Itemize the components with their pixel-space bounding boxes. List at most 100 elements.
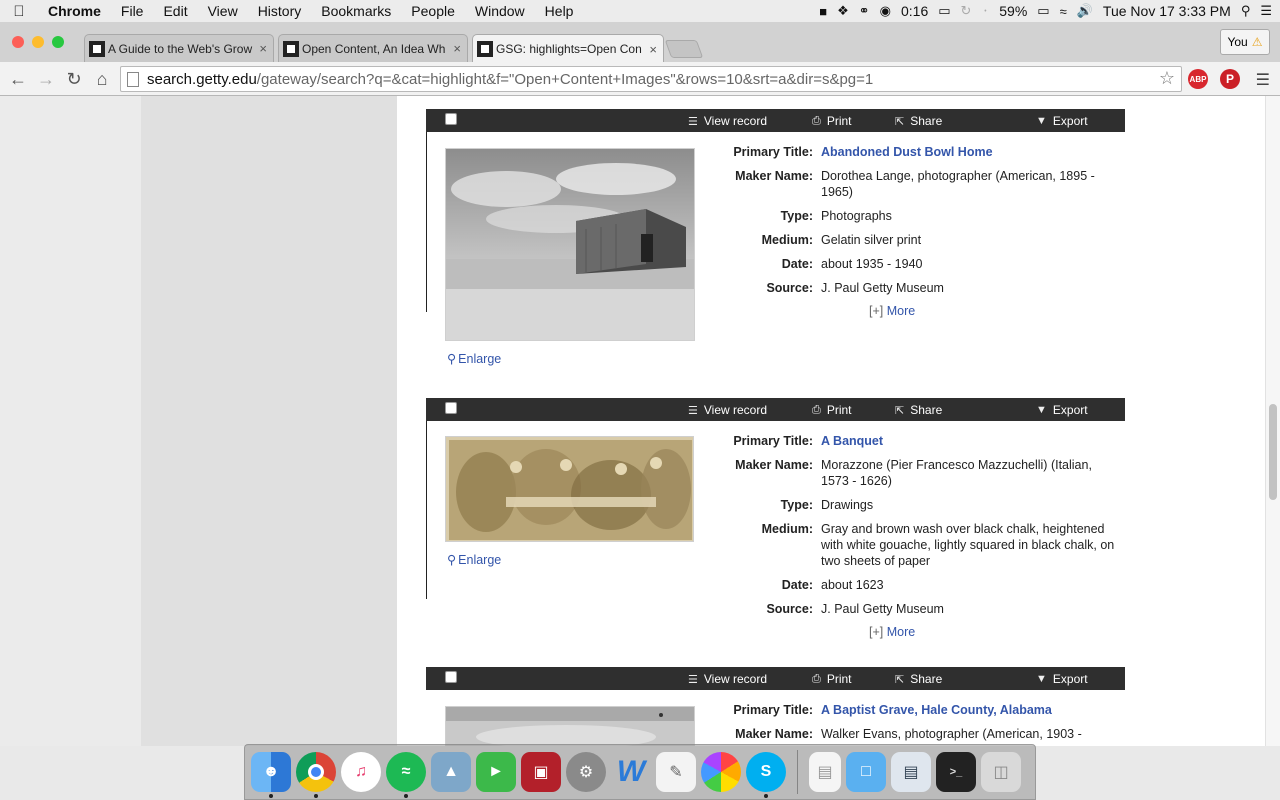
export-button[interactable]: ▼ Export [1036,403,1088,417]
record-fields: Primary Title: A Baptist Grave, Hale Cou… [716,702,1116,746]
spotlight-search-icon[interactable]: ⚲ [1241,3,1251,19]
record-select-checkbox[interactable] [445,113,457,125]
export-button[interactable]: ▼ Export [1036,114,1088,128]
scrollbar-thumb[interactable] [1269,404,1277,500]
field-value: Walker Evans, photographer (American, 19… [821,727,1082,741]
menu-history[interactable]: History [248,3,312,19]
system-preferences-icon[interactable]: ⚙ [566,752,606,792]
wifi-icon[interactable]: ≈ [1060,4,1067,19]
record-title-link[interactable]: Abandoned Dust Bowl Home [821,144,1116,160]
menu-edit[interactable]: Edit [153,3,197,19]
notification-center-icon[interactable]: ☰ [1260,3,1272,19]
volume-icon[interactable]: 🔊 [1077,3,1093,19]
view-record-button[interactable]: ☰ View record [688,403,767,417]
menu-people[interactable]: People [401,3,465,19]
record-title-link[interactable]: A Baptist Grave, Hale County, Alabama [821,702,1116,718]
printer-icon: ⎙ [812,672,821,685]
record-select-checkbox[interactable] [445,402,457,414]
record-thumbnail[interactable] [445,436,694,542]
print-label: Print [826,672,852,686]
share-button[interactable]: ⇱ Share [895,403,942,417]
tab-guide-web-growth[interactable]: A Guide to the Web's Grow × [84,34,274,62]
tab-gsg-highlights[interactable]: GSG: highlights=Open Con × [472,34,664,63]
enlarge-link[interactable]: ⚲ Enlarge [447,351,501,367]
bookmark-star-icon[interactable]: ☆ [1159,68,1175,89]
field-medium: Medium: Gray and brown wash over black c… [716,521,1116,569]
more-link[interactable]: [+] More [869,304,1116,318]
time-machine-icon[interactable]: ↻ [961,3,972,19]
maximize-window-button[interactable] [52,36,64,48]
pinterest-icon[interactable]: P [1220,69,1240,89]
view-record-button[interactable]: ☰ View record [688,114,767,128]
record-thumbnail[interactable] [445,148,695,341]
field-label: Primary Title: [733,145,813,159]
itunes-icon[interactable]: ♫ [341,752,381,792]
word-icon[interactable]: W [611,752,651,792]
dock-separator [797,750,798,794]
bluetooth-icon[interactable]: ᛫ [981,4,989,19]
menu-help[interactable]: Help [535,3,584,19]
screenshot-icon[interactable]: ▤ [891,752,931,792]
magnifier-icon: ⚲ [447,553,457,567]
menu-bookmarks[interactable]: Bookmarks [311,3,401,19]
tab-close-icon[interactable]: × [453,41,461,56]
view-record-button[interactable]: ☰ View record [688,672,767,686]
folder-icon[interactable]: □ [846,752,886,792]
record-select-checkbox[interactable] [445,671,457,683]
share-button[interactable]: ⇱ Share [895,114,942,128]
address-bar[interactable]: search.getty.edu /gateway/search?q=&cat=… [120,66,1182,92]
page-scrollbar[interactable] [1265,96,1280,746]
photos-icon[interactable] [701,752,741,792]
evernote-icon[interactable]: ■ [819,4,827,19]
tab-close-icon[interactable]: × [259,41,267,56]
timer-icon[interactable]: ◉ [880,3,891,19]
tab-open-content-idea[interactable]: Open Content, An Idea Wh × [278,34,468,62]
trash-icon[interactable]: ◫ [981,752,1021,792]
export-label: Export [1052,672,1088,686]
skype-icon[interactable]: S [746,752,786,798]
creative-cloud-icon[interactable]: ⚭ [859,3,870,19]
menu-window[interactable]: Window [465,3,535,19]
finder-icon[interactable]: ☻ [251,752,291,798]
record-thumbnail[interactable] [445,706,695,746]
more-plus: [+] [869,304,884,318]
record-title-link[interactable]: A Banquet [821,433,1116,449]
minimize-window-button[interactable] [32,36,44,48]
close-window-button[interactable] [12,36,24,48]
airplay-icon[interactable]: ▭ [938,3,950,19]
facetime-icon[interactable]: ► [476,752,516,792]
export-button[interactable]: ▼ Export [1036,672,1088,686]
chrome-menu-icon[interactable]: ☰ [1256,70,1270,90]
chrome-icon[interactable] [296,752,336,798]
menu-view[interactable]: View [198,3,248,19]
profile-button[interactable]: You ⚠ [1220,29,1270,55]
clock[interactable]: Tue Nov 17 3:33 PM [1103,3,1231,19]
print-button[interactable]: ⎙ Print [812,114,852,128]
field-type: Type: Drawings [716,497,1116,513]
field-date: Date: about 1935 - 1940 [716,256,1116,272]
field-primary-title: Primary Title: A Baptist Grave, Hale Cou… [716,702,1116,718]
battery-icon[interactable]: ▭ [1037,3,1049,19]
new-tab-button[interactable] [664,40,704,58]
share-button[interactable]: ⇱ Share [895,672,942,686]
adblock-icon[interactable]: ABP [1188,69,1208,89]
enlarge-link[interactable]: ⚲ Enlarge [447,552,501,568]
document-icon[interactable]: ▤ [809,752,841,792]
more-link[interactable]: [+] More [869,625,1116,639]
dropbox-icon[interactable]: ❖ [837,3,849,19]
spotify-icon[interactable]: ≈ [386,752,426,798]
menu-file[interactable]: File [111,3,154,19]
photo-booth-icon[interactable]: ▣ [521,752,561,792]
apple-menu-icon[interactable]:  [0,3,38,20]
back-arrow-icon[interactable]: ← [6,67,30,91]
tab-close-icon[interactable]: × [649,42,657,57]
print-button[interactable]: ⎙ Print [812,403,852,417]
reload-icon[interactable]: ↻ [62,67,86,91]
home-icon[interactable]: ⌂ [90,67,114,91]
forward-arrow-icon[interactable]: → [34,67,58,91]
textedit-icon[interactable]: ✎ [656,752,696,792]
print-button[interactable]: ⎙ Print [812,672,852,686]
menu-app-name[interactable]: Chrome [38,3,111,19]
preview-icon[interactable]: ▲ [431,752,471,792]
terminal-icon[interactable]: >_ [936,752,976,792]
